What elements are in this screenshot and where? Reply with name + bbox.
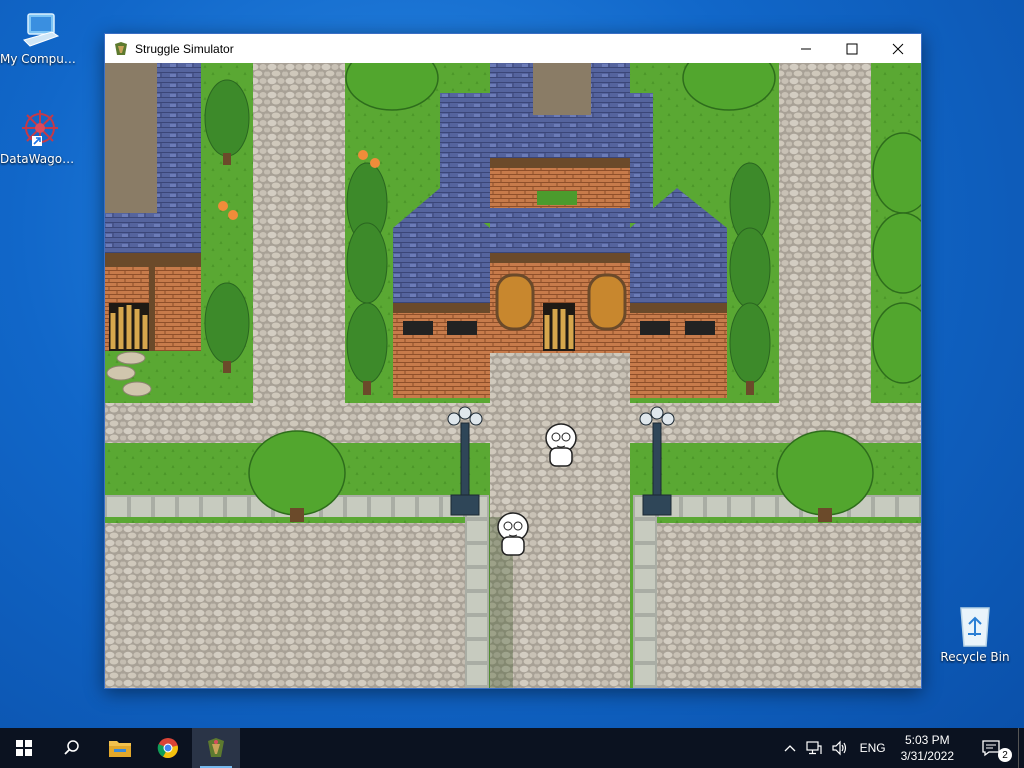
file-explorer-icon	[109, 741, 131, 757]
search-button[interactable]	[48, 728, 96, 768]
close-icon	[892, 43, 904, 54]
system-tray: ENG 5:03 PM 3/31/2022 2	[779, 728, 1024, 768]
search-icon	[64, 740, 79, 755]
language-indicator[interactable]: ENG	[855, 728, 891, 768]
title-bar[interactable]: Struggle Simulator	[105, 34, 921, 63]
window-title: Struggle Simulator	[135, 41, 234, 56]
app-icon	[115, 41, 127, 55]
desktop-icon-label: Recycle Bin	[940, 650, 1010, 664]
network-button[interactable]	[801, 728, 827, 768]
chrome-button[interactable]	[144, 728, 192, 768]
notification-count-badge: 2	[998, 748, 1012, 762]
game-viewport[interactable]	[105, 63, 921, 688]
game-window: Struggle Simulator	[104, 33, 922, 689]
taskbar: ENG 5:03 PM 3/31/2022 2	[0, 728, 1024, 768]
volume-button[interactable]	[827, 728, 855, 768]
my-computer-desktop-icon[interactable]: My Computer	[0, 10, 80, 66]
clock-date: 3/31/2022	[900, 749, 954, 763]
struggle-simulator-icon	[208, 738, 224, 757]
start-button[interactable]	[0, 728, 48, 768]
show-desktop-button[interactable]	[1018, 728, 1024, 768]
datawagon-icon	[22, 110, 58, 146]
desktop-icon-label: DataWagon...	[0, 152, 80, 166]
clock[interactable]: 5:03 PM 3/31/2022	[891, 728, 964, 768]
speaker-icon	[831, 740, 846, 756]
datawagon-desktop-icon[interactable]: DataWagon...	[0, 106, 80, 166]
chrome-icon	[157, 738, 178, 758]
clock-time: 5:03 PM	[904, 733, 950, 747]
network-icon	[805, 741, 822, 755]
recycle-bin-icon	[960, 607, 990, 647]
chevron-up-icon	[784, 745, 796, 752]
show-hidden-icons-button[interactable]	[779, 728, 801, 768]
file-explorer-button[interactable]	[96, 728, 144, 768]
town-scene	[105, 63, 921, 688]
maximize-button[interactable]	[829, 34, 875, 63]
minimize-button[interactable]	[783, 34, 829, 63]
recycle-bin-desktop-icon[interactable]: Recycle Bin	[935, 602, 1015, 664]
white-blob-character	[545, 423, 577, 467]
struggle-simulator-taskbar-button[interactable]	[192, 728, 240, 768]
desktop-icon-label: My Computer	[0, 52, 80, 66]
white-blob-character	[497, 512, 529, 556]
computer-icon	[23, 13, 60, 47]
close-button[interactable]	[875, 34, 921, 63]
minimize-icon	[801, 48, 811, 49]
start-icon	[16, 740, 32, 756]
maximize-icon	[846, 43, 858, 54]
action-center-button[interactable]: 2	[964, 728, 1018, 768]
